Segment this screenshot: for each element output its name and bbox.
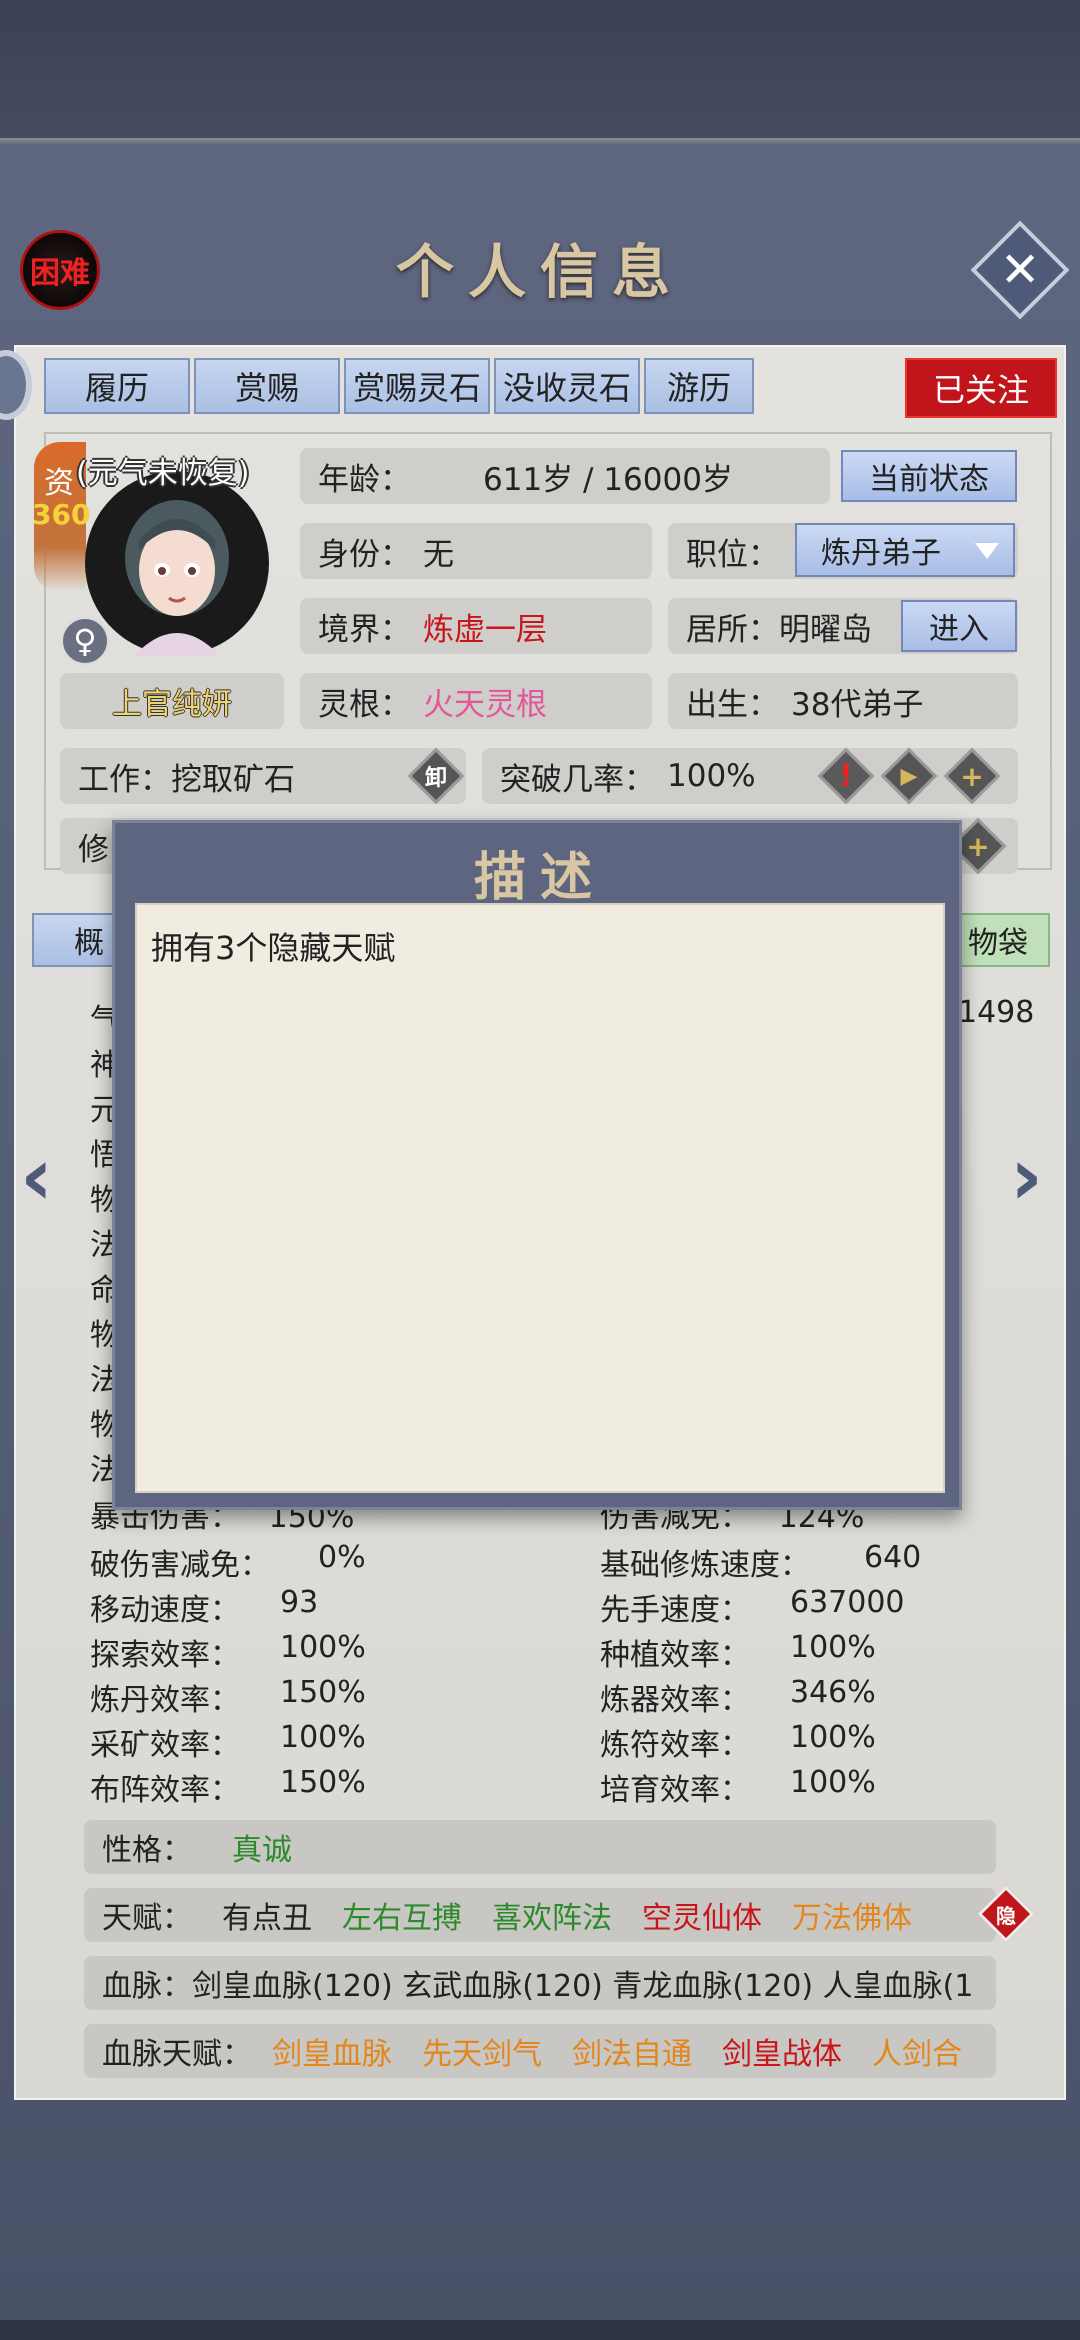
residence-value: 明曜岛 xyxy=(779,611,872,648)
stat-row: 布阵效率： 150% xyxy=(90,1765,366,1808)
popup-title: 描述 xyxy=(473,847,606,908)
stat-row: 炼丹效率： 150% xyxy=(90,1675,366,1718)
bloodline-talent-item[interactable]: 剑皇血脉 xyxy=(272,2029,392,2073)
enter-button[interactable]: 进入 xyxy=(901,600,1017,652)
position-select[interactable]: 炼丹弟子 xyxy=(795,523,1015,577)
tab-confiscate-stones[interactable]: 没收灵石 xyxy=(494,358,640,414)
current-state-button[interactable]: 当前状态 xyxy=(841,450,1017,502)
warning-icon[interactable]: ! xyxy=(817,747,875,805)
hidden-stat-right-value: 1498 xyxy=(958,995,1035,1030)
chevron-down-icon xyxy=(975,543,999,559)
breakthrough-label: 突破几率： xyxy=(500,761,655,798)
hide-talent-icon[interactable]: 隐 xyxy=(977,1885,1035,1943)
talent-item[interactable]: 有点丑 xyxy=(222,1893,312,1937)
talent-item[interactable]: 空灵仙体 xyxy=(642,1893,762,1937)
play-icon[interactable]: ▶ xyxy=(880,747,938,805)
follow-button[interactable]: 已关注 xyxy=(905,358,1057,418)
stat-row: 培育效率： 100% xyxy=(600,1765,876,1808)
aptitude-label: 资 xyxy=(44,466,74,501)
identity-value: 无 xyxy=(423,536,454,573)
popup-text: 拥有3个隐藏天赋 xyxy=(151,929,396,967)
age-field: 年龄： 611岁 / 16000岁 xyxy=(300,448,830,504)
root-value: 火天灵根 xyxy=(423,686,547,723)
tab-travel[interactable]: 游历 xyxy=(644,358,754,414)
status-note: (元气未恢复) xyxy=(76,456,250,491)
realm-label: 境界： xyxy=(318,611,411,648)
tab-overview[interactable]: 概 xyxy=(32,913,124,967)
stat-row: 采矿效率： 100% xyxy=(90,1720,366,1763)
residence-label: 居所： xyxy=(686,611,779,648)
realm-value: 炼虚一层 xyxy=(423,611,547,648)
stat-row: 基础修炼速度： 640 xyxy=(600,1540,922,1583)
bloodline-label: 血脉： xyxy=(102,1969,192,2004)
stat-row: 先手速度： 637000 xyxy=(600,1585,905,1628)
next-arrow-icon[interactable]: › xyxy=(1010,1130,1043,1223)
top-band-edge xyxy=(0,138,1080,146)
aptitude-value: 360 xyxy=(32,498,91,531)
position-label: 职位： xyxy=(686,536,779,573)
bloodline-row: 血脉： 剑皇血脉(120) 玄武血脉(120) 青龙血脉(120) 人皇血脉(1 xyxy=(84,1956,996,2010)
top-band xyxy=(0,0,1080,140)
cultivation-label: 修 xyxy=(78,831,109,868)
bloodline-talent-item[interactable]: 人剑合 xyxy=(872,2029,962,2073)
talents-label: 天赋： xyxy=(102,1901,192,1936)
birth-value: 38代弟子 xyxy=(791,686,924,723)
personality-row: 性格： 真诚 xyxy=(84,1820,996,1874)
difficulty-badge: 困难 xyxy=(20,230,100,310)
work-field: 工作： 挖取矿石 xyxy=(60,748,466,804)
previous-arrow-icon[interactable]: ‹ xyxy=(20,1130,53,1223)
age-label: 年龄： xyxy=(318,461,411,498)
root-field: 灵根： 火天灵根 xyxy=(300,673,652,729)
character-name[interactable]: 上官纯妍 xyxy=(60,673,284,729)
unload-icon[interactable]: 卸 xyxy=(407,747,465,805)
stat-row: 种植效率： 100% xyxy=(600,1630,876,1673)
tab-history[interactable]: 履历 xyxy=(44,358,190,414)
page-title: 个人信息 xyxy=(395,238,684,306)
talents-row: 天赋： 有点丑 左右互搏 喜欢阵法 空灵仙体 万法佛体 xyxy=(84,1888,996,1942)
talent-item[interactable]: 喜欢阵法 xyxy=(492,1893,612,1937)
identity-label: 身份： xyxy=(318,536,411,573)
talent-item[interactable]: 万法佛体 xyxy=(792,1893,912,1937)
bloodline-talent-item[interactable]: 剑法自通 xyxy=(572,2029,692,2073)
description-popup[interactable]: 描述 拥有3个隐藏天赋 xyxy=(112,820,962,1510)
age-value: 611岁 / 16000岁 xyxy=(483,461,733,498)
position-value: 炼丹弟子 xyxy=(821,536,941,571)
stat-row: 探索效率： 100% xyxy=(90,1630,366,1673)
birth-field: 出生： 38代弟子 xyxy=(668,673,1018,729)
stat-row: 破伤害减免： 0% xyxy=(90,1540,366,1583)
birth-label: 出生： xyxy=(686,686,779,723)
female-icon: ♀ xyxy=(60,616,110,666)
personality-value: 真诚 xyxy=(232,1833,292,1868)
work-value: 挖取矿石 xyxy=(171,761,295,798)
plus-icon[interactable]: + xyxy=(943,747,1001,805)
realm-field: 境界： 炼虚一层 xyxy=(300,598,652,654)
work-label: 工作： xyxy=(78,761,171,798)
personality-label: 性格： xyxy=(102,1833,192,1868)
bloodline-talent-item[interactable]: 剑皇战体 xyxy=(722,2029,842,2073)
close-icon: ✕ xyxy=(999,242,1041,298)
stat-row: 炼符效率： 100% xyxy=(600,1720,876,1763)
stat-row: 炼器效率： 346% xyxy=(600,1675,876,1718)
identity-field: 身份： 无 xyxy=(300,523,652,579)
bloodline-talent-item[interactable]: 先天剑气 xyxy=(422,2029,542,2073)
bottom-edge xyxy=(0,2320,1080,2340)
character-portrait[interactable] xyxy=(84,470,270,656)
breakthrough-value: 100% xyxy=(667,758,756,794)
tab-reward-stones[interactable]: 赏赐灵石 xyxy=(344,358,490,414)
tab-reward[interactable]: 赏赐 xyxy=(194,358,340,414)
stat-row: 移动速度： 93 xyxy=(90,1585,319,1628)
bloodline-value: 剑皇血脉(120) 玄武血脉(120) 青龙血脉(120) 人皇血脉(1 xyxy=(192,1969,974,2004)
breakthrough-field: 突破几率： 100% xyxy=(482,748,1018,804)
root-label: 灵根： xyxy=(318,686,411,723)
talent-item[interactable]: 左右互搏 xyxy=(342,1893,462,1937)
bloodline-talents-row: 血脉天赋： 剑皇血脉 先天剑气 剑法自通 剑皇战体 人剑合 xyxy=(84,2024,996,2078)
bloodline-talents-label: 血脉天赋： xyxy=(102,2037,252,2072)
popup-body: 拥有3个隐藏天赋 xyxy=(135,903,945,1493)
